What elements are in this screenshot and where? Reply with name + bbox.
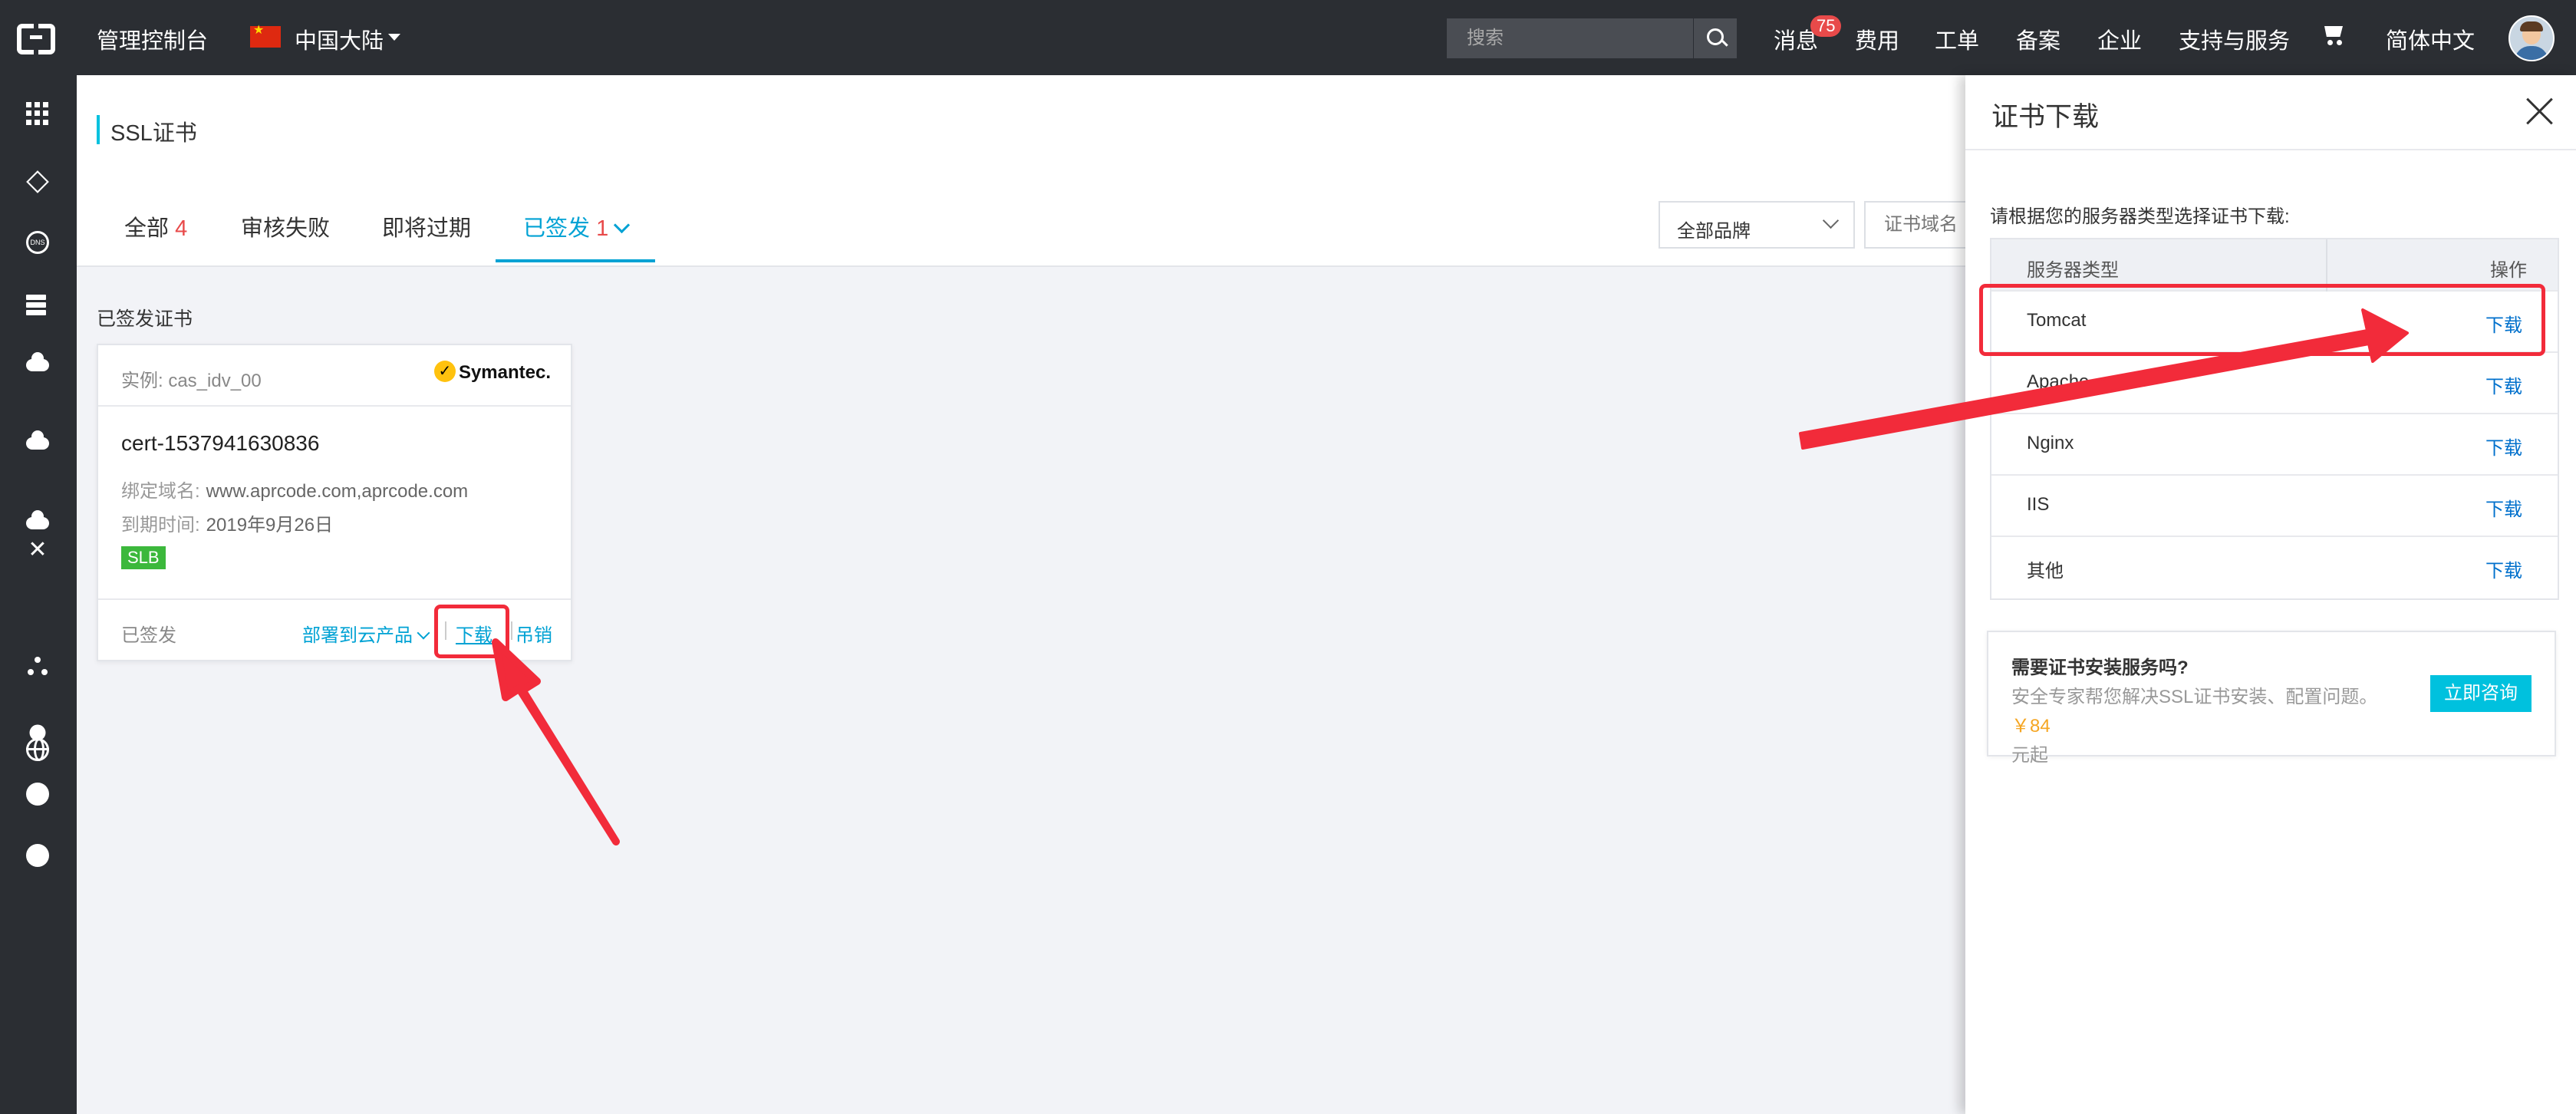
red-arrow-icon: [492, 638, 620, 845]
annotation-arrows: [492, 308, 2409, 845]
red-arrow-icon: [1799, 308, 2409, 450]
